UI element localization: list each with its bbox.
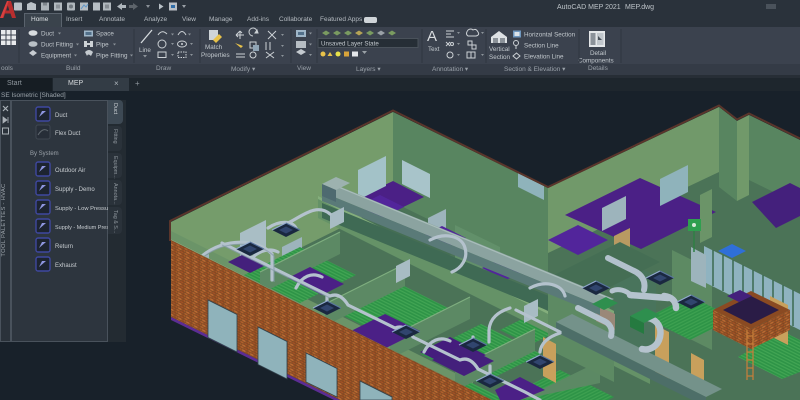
svg-text:Supply - Medium Pressure: Supply - Medium Pressure (55, 225, 108, 231)
svg-text:Space: Space (96, 31, 114, 38)
svg-text:Properties: Properties (201, 52, 230, 59)
svg-text:Supply - Low Pressure: Supply - Low Pressure (55, 206, 108, 212)
svg-text:AutoCAD MEP 2021: AutoCAD MEP 2021 (557, 4, 621, 11)
svg-text:Exhaust: Exhaust (55, 263, 77, 269)
svg-text:Duct: Duct (41, 31, 54, 38)
svg-text:MEP.dwg: MEP.dwg (625, 4, 654, 11)
svg-text:Vertical: Vertical (489, 46, 510, 53)
svg-text:Unsaved Layer State: Unsaved Layer State (321, 41, 379, 48)
svg-text:Duct Fitting: Duct Fitting (41, 42, 73, 49)
svg-text:Duct: Duct (55, 113, 68, 119)
svg-text:Pipe Fitting: Pipe Fitting (96, 53, 128, 60)
svg-text:Section: Section (489, 54, 511, 61)
svg-text:Text: Text (428, 46, 440, 53)
svg-text:Equipment: Equipment (41, 53, 71, 60)
svg-text:Supply - Demo: Supply - Demo (55, 187, 95, 193)
svg-text:Horizontal Section: Horizontal Section (524, 32, 576, 39)
svg-text:Line: Line (139, 47, 151, 54)
svg-text:Detail: Detail (590, 50, 606, 57)
svg-text:Flex Duct: Flex Duct (55, 131, 81, 137)
svg-text:Outdoor Air: Outdoor Air (55, 168, 85, 174)
svg-text:A: A (427, 28, 437, 45)
svg-text:By System: By System (30, 151, 59, 157)
svg-text:Return: Return (55, 244, 73, 250)
svg-text:Pipe: Pipe (96, 42, 109, 49)
svg-text:Match: Match (205, 44, 223, 51)
svg-text:Section Line: Section Line (524, 43, 559, 50)
svg-text:Elevation Line: Elevation Line (524, 54, 564, 61)
